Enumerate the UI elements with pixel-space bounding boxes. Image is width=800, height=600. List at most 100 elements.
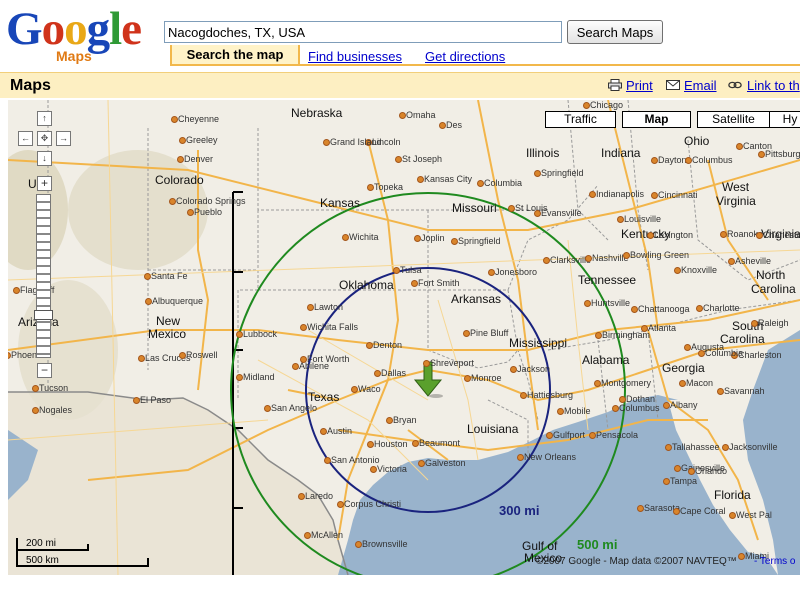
city-dot	[177, 156, 184, 163]
city-dot	[663, 478, 670, 485]
terms-link[interactable]: - Terms o	[754, 556, 796, 567]
city-dot	[171, 116, 178, 123]
city-dot	[236, 374, 243, 381]
state-label: U	[28, 177, 37, 191]
satellite-button[interactable]: Satellite	[697, 111, 770, 128]
city-label-orlando: Orlando	[695, 466, 728, 476]
print-link[interactable]: Print	[626, 78, 653, 93]
city-dot	[651, 157, 658, 164]
traffic-button[interactable]: Traffic	[545, 111, 616, 128]
search-maps-button[interactable]: Search Maps	[567, 20, 663, 44]
city-label-shreveport: Shreveport	[430, 358, 475, 368]
city-dot	[32, 385, 39, 392]
city-label-fort-worth: Fort Worth	[307, 354, 350, 364]
page-title: Maps	[10, 77, 51, 94]
city-dot	[685, 157, 692, 164]
state-label: Mississippi	[509, 336, 568, 350]
zoom-slider-thumb[interactable]	[34, 310, 53, 320]
city-label-victoria: Victoria	[377, 464, 407, 474]
state-label: Illinois	[526, 146, 560, 160]
city-label-pensacola: Pensacola	[596, 430, 639, 440]
city-dot	[751, 320, 758, 327]
tab-find-businesses[interactable]: Find businesses	[308, 49, 402, 64]
recenter-button[interactable]: ✥	[37, 131, 52, 146]
zoom-out-button[interactable]: −	[37, 363, 52, 378]
city-label-galveston: Galveston	[425, 458, 466, 468]
city-label-chicago: Chicago	[590, 100, 624, 110]
city-label-wichita-falls: Wichita Falls	[307, 322, 359, 332]
city-dot	[463, 330, 470, 337]
city-label-topeka: Topeka	[374, 182, 404, 192]
link-to-page-link[interactable]: Link to th	[747, 78, 800, 93]
city-dot	[374, 370, 381, 377]
city-dot	[647, 232, 654, 239]
city-dot	[395, 156, 402, 163]
city-dot	[589, 191, 596, 198]
city-dot	[414, 235, 421, 242]
city-label-louisville: Louisville	[624, 214, 662, 224]
city-label-beaumont: Beaumont	[419, 438, 461, 448]
city-label-macon: Macon	[686, 378, 714, 388]
city-label-omaha: Omaha	[406, 110, 436, 120]
city-label-charlotte: Charlotte	[703, 303, 740, 313]
print-icon[interactable]	[608, 79, 622, 91]
city-dot	[684, 344, 691, 351]
city-label-bowling-green: Bowling Green	[630, 250, 690, 260]
city-label-lexington: Lexington	[654, 230, 694, 240]
city-dot	[264, 405, 271, 412]
ring-300-label: 300 mi	[499, 503, 540, 518]
city-dot	[300, 356, 307, 363]
city-dot	[417, 176, 424, 183]
email-icon[interactable]	[666, 79, 680, 91]
city-dot	[133, 397, 140, 404]
city-label-kansas-city: Kansas City	[424, 174, 473, 184]
map-base	[8, 100, 800, 575]
city-dot	[292, 363, 299, 370]
city-dot	[758, 151, 765, 158]
city-dot	[631, 306, 638, 313]
city-dot	[696, 305, 703, 312]
city-dot	[307, 304, 314, 311]
tab-underline	[170, 64, 800, 66]
city-label-jackson: Jackson	[517, 364, 551, 374]
city-dot	[665, 444, 672, 451]
pan-up-button[interactable]: ↑	[37, 111, 52, 126]
city-dot	[623, 252, 630, 259]
tab-get-directions[interactable]: Get directions	[425, 49, 505, 64]
city-label-denver: Denver	[184, 154, 214, 164]
city-label-st-joseph: St Joseph	[402, 154, 443, 164]
city-label-colorado-springs: Colorado Springs	[176, 196, 246, 206]
email-link[interactable]: Email	[684, 78, 717, 93]
state-label: Carolina	[751, 282, 796, 296]
city-label-dallas: Dallas	[381, 368, 407, 378]
zoom-slider-track[interactable]	[36, 194, 51, 358]
city-label-brownsville: Brownsville	[362, 539, 408, 549]
city-dot	[411, 280, 418, 287]
city-label-springfield-il: Springfield	[541, 168, 584, 178]
google-maps-logo[interactable]: Google Maps	[6, 4, 158, 64]
city-dot	[637, 505, 644, 512]
hybrid-button[interactable]: Hy	[769, 111, 800, 128]
map-canvas[interactable]: Nebraska Kansas Missouri Illinois Indian…	[8, 100, 800, 575]
pan-down-button[interactable]: ↓	[37, 151, 52, 166]
city-dot	[393, 267, 400, 274]
map-type-button[interactable]: Map	[622, 111, 691, 128]
state-label: Nebraska	[291, 106, 343, 120]
city-label-cape-coral: Cape Coral	[680, 506, 726, 516]
link-icon[interactable]	[728, 79, 742, 91]
city-dot	[674, 267, 681, 274]
zoom-in-button[interactable]: +	[37, 176, 52, 191]
city-dot	[698, 350, 705, 357]
tab-search-the-map[interactable]: Search the map	[170, 45, 300, 65]
city-label-fort-smith: Fort Smith	[418, 278, 460, 288]
pan-right-button[interactable]: →	[56, 131, 71, 146]
pan-left-button[interactable]: ←	[18, 131, 33, 146]
search-input[interactable]	[164, 21, 562, 43]
city-label-canton: Canton	[743, 141, 773, 151]
city-dot	[673, 508, 680, 515]
city-label-west-palm: West Pal	[736, 510, 772, 520]
city-dot	[13, 287, 20, 294]
city-dot	[543, 257, 550, 264]
city-label-dayton: Dayton	[658, 155, 687, 165]
city-dot	[367, 441, 374, 448]
